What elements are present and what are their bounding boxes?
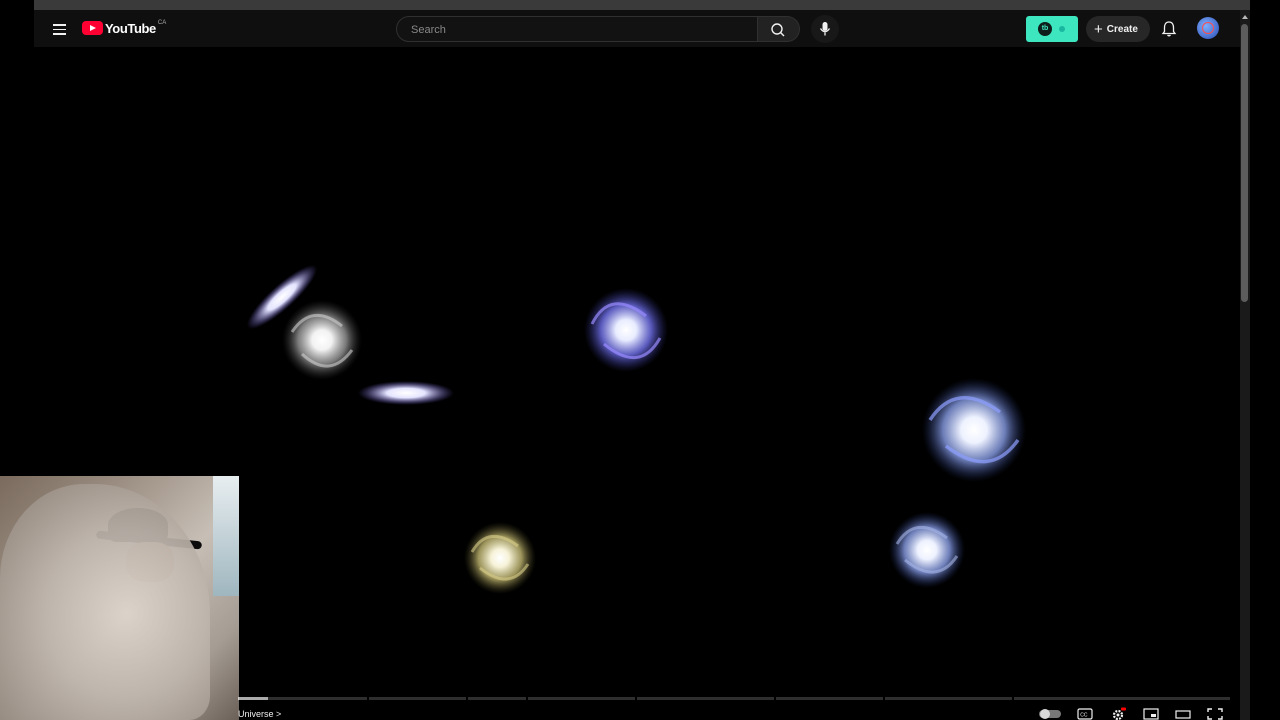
webcam-hand [0,484,210,720]
chapter-title-text: Universe [238,709,274,719]
youtube-logo[interactable]: YouTube CA [82,19,166,37]
autoplay-toggle[interactable] [1038,707,1062,720]
country-code: CA [157,20,167,26]
extension-button[interactable]: tb [1026,16,1078,42]
chapter-divider [634,697,637,700]
youtube-logo-icon [82,21,103,35]
svg-text:CC: CC [1080,713,1088,719]
galaxy-spiral-steel [889,512,965,588]
captions-icon: CC [1077,708,1093,720]
extension-icon: tb [1038,22,1052,36]
settings-icon [1112,707,1126,720]
voice-search-button[interactable] [811,15,839,43]
chapter-title[interactable]: Universe > [238,709,281,719]
mic-icon [819,22,831,36]
galaxy-spiral-blue-large [922,378,1026,482]
theater-mode-icon [1175,710,1191,719]
youtube-masthead: YouTube CA tb + Create [34,10,1240,47]
search-icon [771,23,785,37]
search-input[interactable] [409,17,743,43]
chapter-divider [525,697,528,700]
extension-status-dot [1059,26,1065,32]
notifications-button[interactable] [1156,16,1182,42]
create-button[interactable]: + Create [1086,16,1150,42]
search-button[interactable] [758,16,800,42]
galaxy-spiral-violet [584,288,668,372]
plus-icon: + [1094,20,1103,38]
theater-mode-button[interactable] [1175,707,1191,720]
avatar-icon[interactable] [1197,17,1219,39]
browser-window: YouTube CA tb + Create [0,0,1280,720]
bell-icon [1161,21,1177,37]
right-black-strip [1250,0,1280,720]
captions-button[interactable]: CC [1077,707,1093,720]
galaxy-spiral-gold [464,522,536,594]
galaxy-spiral-grey [282,300,362,380]
logo-text: YouTube [105,20,156,36]
chapter-divider [366,697,369,700]
chapter-divider [466,697,469,700]
galaxy-edge-on-flat [358,381,454,405]
settings-button[interactable] [1110,707,1126,720]
chapter-divider [773,697,776,700]
search-box [396,16,758,43]
scrollbar-thumb[interactable] [1241,24,1248,302]
browser-tab-strip [34,0,1250,10]
chapter-divider [1011,697,1014,700]
progress-played [238,697,268,700]
chapter-divider [882,697,885,700]
miniplayer-icon [1143,708,1159,720]
menu-icon[interactable] [48,17,72,41]
webcam-background-object [213,476,239,596]
webcam-overlay [0,476,239,720]
autoplay-toggle-icon [1039,709,1061,719]
fullscreen-icon [1207,708,1223,720]
create-label: Create [1106,23,1138,35]
chevron-right-icon: > [276,709,282,719]
progress-bar[interactable] [238,697,1230,700]
fullscreen-button[interactable] [1207,707,1223,720]
miniplayer-button[interactable] [1143,707,1159,720]
scroll-up-arrow-icon[interactable] [1240,12,1250,22]
